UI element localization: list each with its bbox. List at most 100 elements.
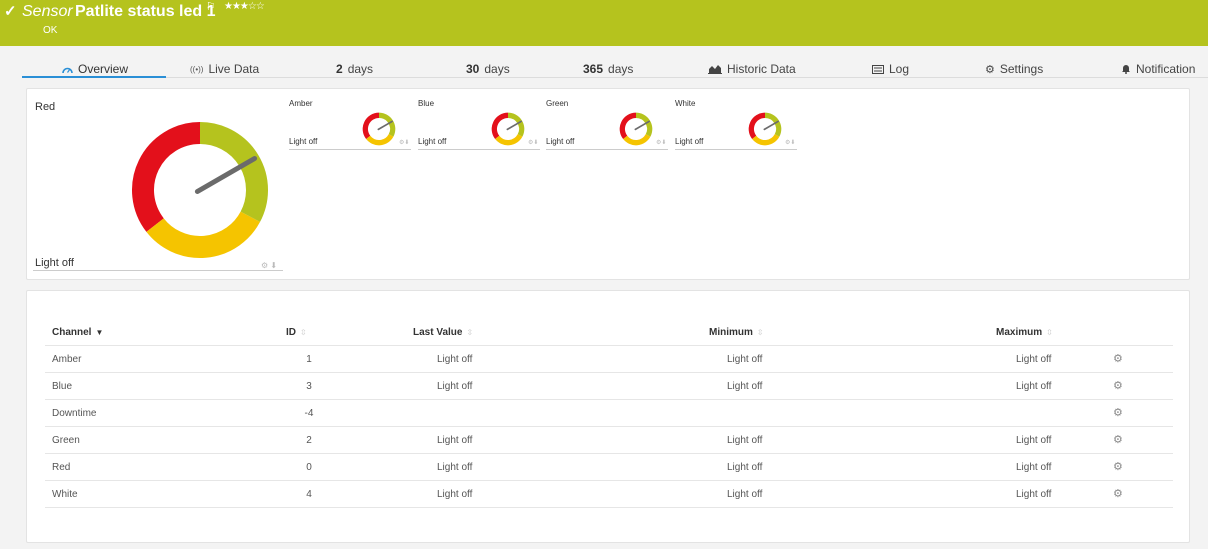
column-header-last-value[interactable]: Last Value ⇳ [413, 327, 473, 338]
table-row[interactable]: White 4 Light off Light off Light off ⚙ [45, 481, 1173, 508]
cell-maximum: Light off [1016, 462, 1052, 473]
header-label: Minimum [709, 327, 753, 338]
gauge-title: Green [546, 99, 569, 108]
cell-id: 1 [306, 354, 312, 365]
gauge-dial [491, 112, 525, 146]
column-header-channel[interactable]: Channel ▼ [52, 327, 103, 338]
status-text: OK [43, 25, 58, 36]
gauge-divider [546, 149, 668, 150]
channel-settings-icon[interactable]: ⚙ [1113, 406, 1123, 419]
cell-last-value: Light off [437, 489, 473, 500]
gauge-divider [33, 270, 283, 271]
channels-panel: Channel ▼ ID ⇳ Last Value ⇳ Minimum ⇳ Ma… [26, 290, 1190, 543]
gauge-divider [418, 149, 540, 150]
sensor-type: Sensor [22, 3, 73, 20]
sort-desc-icon: ▼ [95, 328, 104, 337]
gauge-value: Light off [675, 137, 704, 146]
channel-settings-icon[interactable]: ⚙ [1113, 352, 1123, 365]
cell-id: -4 [304, 408, 314, 419]
column-header-minimum[interactable]: Minimum ⇳ [709, 327, 764, 338]
gear-icon: ⚙ [985, 63, 995, 76]
table-row[interactable]: Green 2 Light off Light off Light off ⚙ [45, 427, 1173, 454]
channel-settings-icon[interactable]: ⚙ [1113, 487, 1123, 500]
header-label: Last Value [413, 327, 463, 338]
sort-icon: ⇳ [1046, 328, 1053, 337]
tab-number: 2 [336, 62, 343, 76]
gauge-tools-icon[interactable]: ⚙⬇ [785, 139, 795, 146]
tab-label: days [347, 62, 374, 76]
tab-notifications[interactable]: Notification [1121, 62, 1195, 76]
cell-channel[interactable]: Red [52, 462, 70, 473]
gauge-icon [62, 67, 73, 73]
column-header-maximum[interactable]: Maximum ⇳ [996, 327, 1053, 338]
tab-historic-data[interactable]: Historic Data [708, 62, 796, 76]
cell-maximum: Light off [1016, 381, 1052, 392]
mini-gauge-blue[interactable]: Blue Light off ⚙⬇ [418, 99, 540, 151]
gauge-tools-icon[interactable]: ⚙⬇ [399, 139, 409, 146]
cell-channel[interactable]: Green [52, 435, 80, 446]
table-row[interactable]: Amber 1 Light off Light off Light off ⚙ [45, 346, 1173, 373]
gauge-dial [748, 112, 782, 146]
channel-settings-icon[interactable]: ⚙ [1113, 379, 1123, 392]
gauge-tools-icon[interactable]: ⚙⬇ [528, 139, 538, 146]
cell-channel[interactable]: Blue [52, 381, 72, 392]
gauge-title: Blue [418, 99, 435, 108]
cell-id: 4 [306, 489, 312, 500]
cell-maximum: Light off [1016, 354, 1052, 365]
cell-minimum: Light off [727, 381, 763, 392]
gauge-divider [675, 149, 797, 150]
flag-icon[interactable]: ⚐ [206, 0, 216, 13]
channel-settings-icon[interactable]: ⚙ [1113, 460, 1123, 473]
mini-gauge-amber[interactable]: Amber Light off ⚙⬇ [289, 99, 411, 151]
gauge-tools-icon[interactable]: ⚙⬇ [656, 139, 666, 146]
tab-live-data[interactable]: ((•)) Live Data [190, 62, 259, 76]
gauge-dial [362, 112, 396, 146]
bell-icon [1122, 65, 1130, 74]
cell-last-value: Light off [437, 435, 473, 446]
sort-icon: ⇳ [466, 328, 474, 337]
tab-bar: Overview ((•)) Live Data 2 days 30 days … [0, 56, 1208, 84]
sensor-header: ✓ Sensor Patlite status led 1 ⚐ ★★★☆☆ OK [0, 0, 1208, 46]
tab-label: days [608, 62, 634, 76]
priority-stars[interactable]: ★★★☆☆ [224, 1, 265, 12]
gauge-title: Red [35, 101, 56, 113]
cell-maximum: Light off [1016, 435, 1052, 446]
tab-label: Settings [999, 62, 1044, 76]
table-row[interactable]: Red 0 Light off Light off Light off ⚙ [45, 454, 1173, 481]
tab-log[interactable]: Log [872, 62, 909, 76]
table-row[interactable]: Blue 3 Light off Light off Light off ⚙ [45, 373, 1173, 400]
sort-icon: ⇳ [300, 328, 307, 337]
cell-channel[interactable]: White [52, 489, 78, 500]
tab-label: Log [889, 62, 910, 76]
mini-gauge-white[interactable]: White Light off ⚙⬇ [675, 99, 797, 151]
mini-gauge-green[interactable]: Green Light off ⚙⬇ [546, 99, 668, 151]
tab-365-days[interactable]: 365 days [583, 62, 633, 76]
area-chart-icon [708, 65, 722, 74]
tab-number: 365 [583, 62, 604, 76]
column-header-id[interactable]: ID ⇳ [286, 327, 307, 338]
cell-channel[interactable]: Downtime [52, 408, 96, 419]
tab-overview[interactable]: Overview [62, 62, 128, 76]
cell-channel[interactable]: Amber [52, 354, 81, 365]
cell-id: 0 [306, 462, 312, 473]
gauges-panel: Red Light off ⚙ ⬇ Amber Light off ⚙⬇ Blu… [26, 88, 1190, 280]
cell-minimum: Light off [727, 435, 763, 446]
gauge-value: Light off [546, 137, 575, 146]
gauge-tools-icon[interactable]: ⚙ ⬇ [261, 261, 277, 270]
tab-label: days [484, 62, 510, 76]
tab-label: Overview [78, 62, 129, 76]
cell-maximum: Light off [1016, 489, 1052, 500]
header-label: ID [286, 327, 296, 338]
gauge-dial [132, 122, 268, 258]
log-icon [872, 64, 884, 74]
channel-settings-icon[interactable]: ⚙ [1113, 433, 1123, 446]
tab-number: 30 [466, 62, 480, 76]
live-data-icon: ((•)) [190, 64, 204, 74]
tab-bar-divider [22, 77, 1208, 78]
table-row[interactable]: Downtime -4 ⚙ [45, 400, 1173, 427]
tab-settings[interactable]: ⚙ Settings [985, 62, 1043, 76]
tab-label: Historic Data [727, 62, 796, 76]
header-label: Maximum [996, 327, 1043, 338]
tab-30-days[interactable]: 30 days [466, 62, 510, 76]
tab-2-days[interactable]: 2 days [336, 62, 373, 76]
